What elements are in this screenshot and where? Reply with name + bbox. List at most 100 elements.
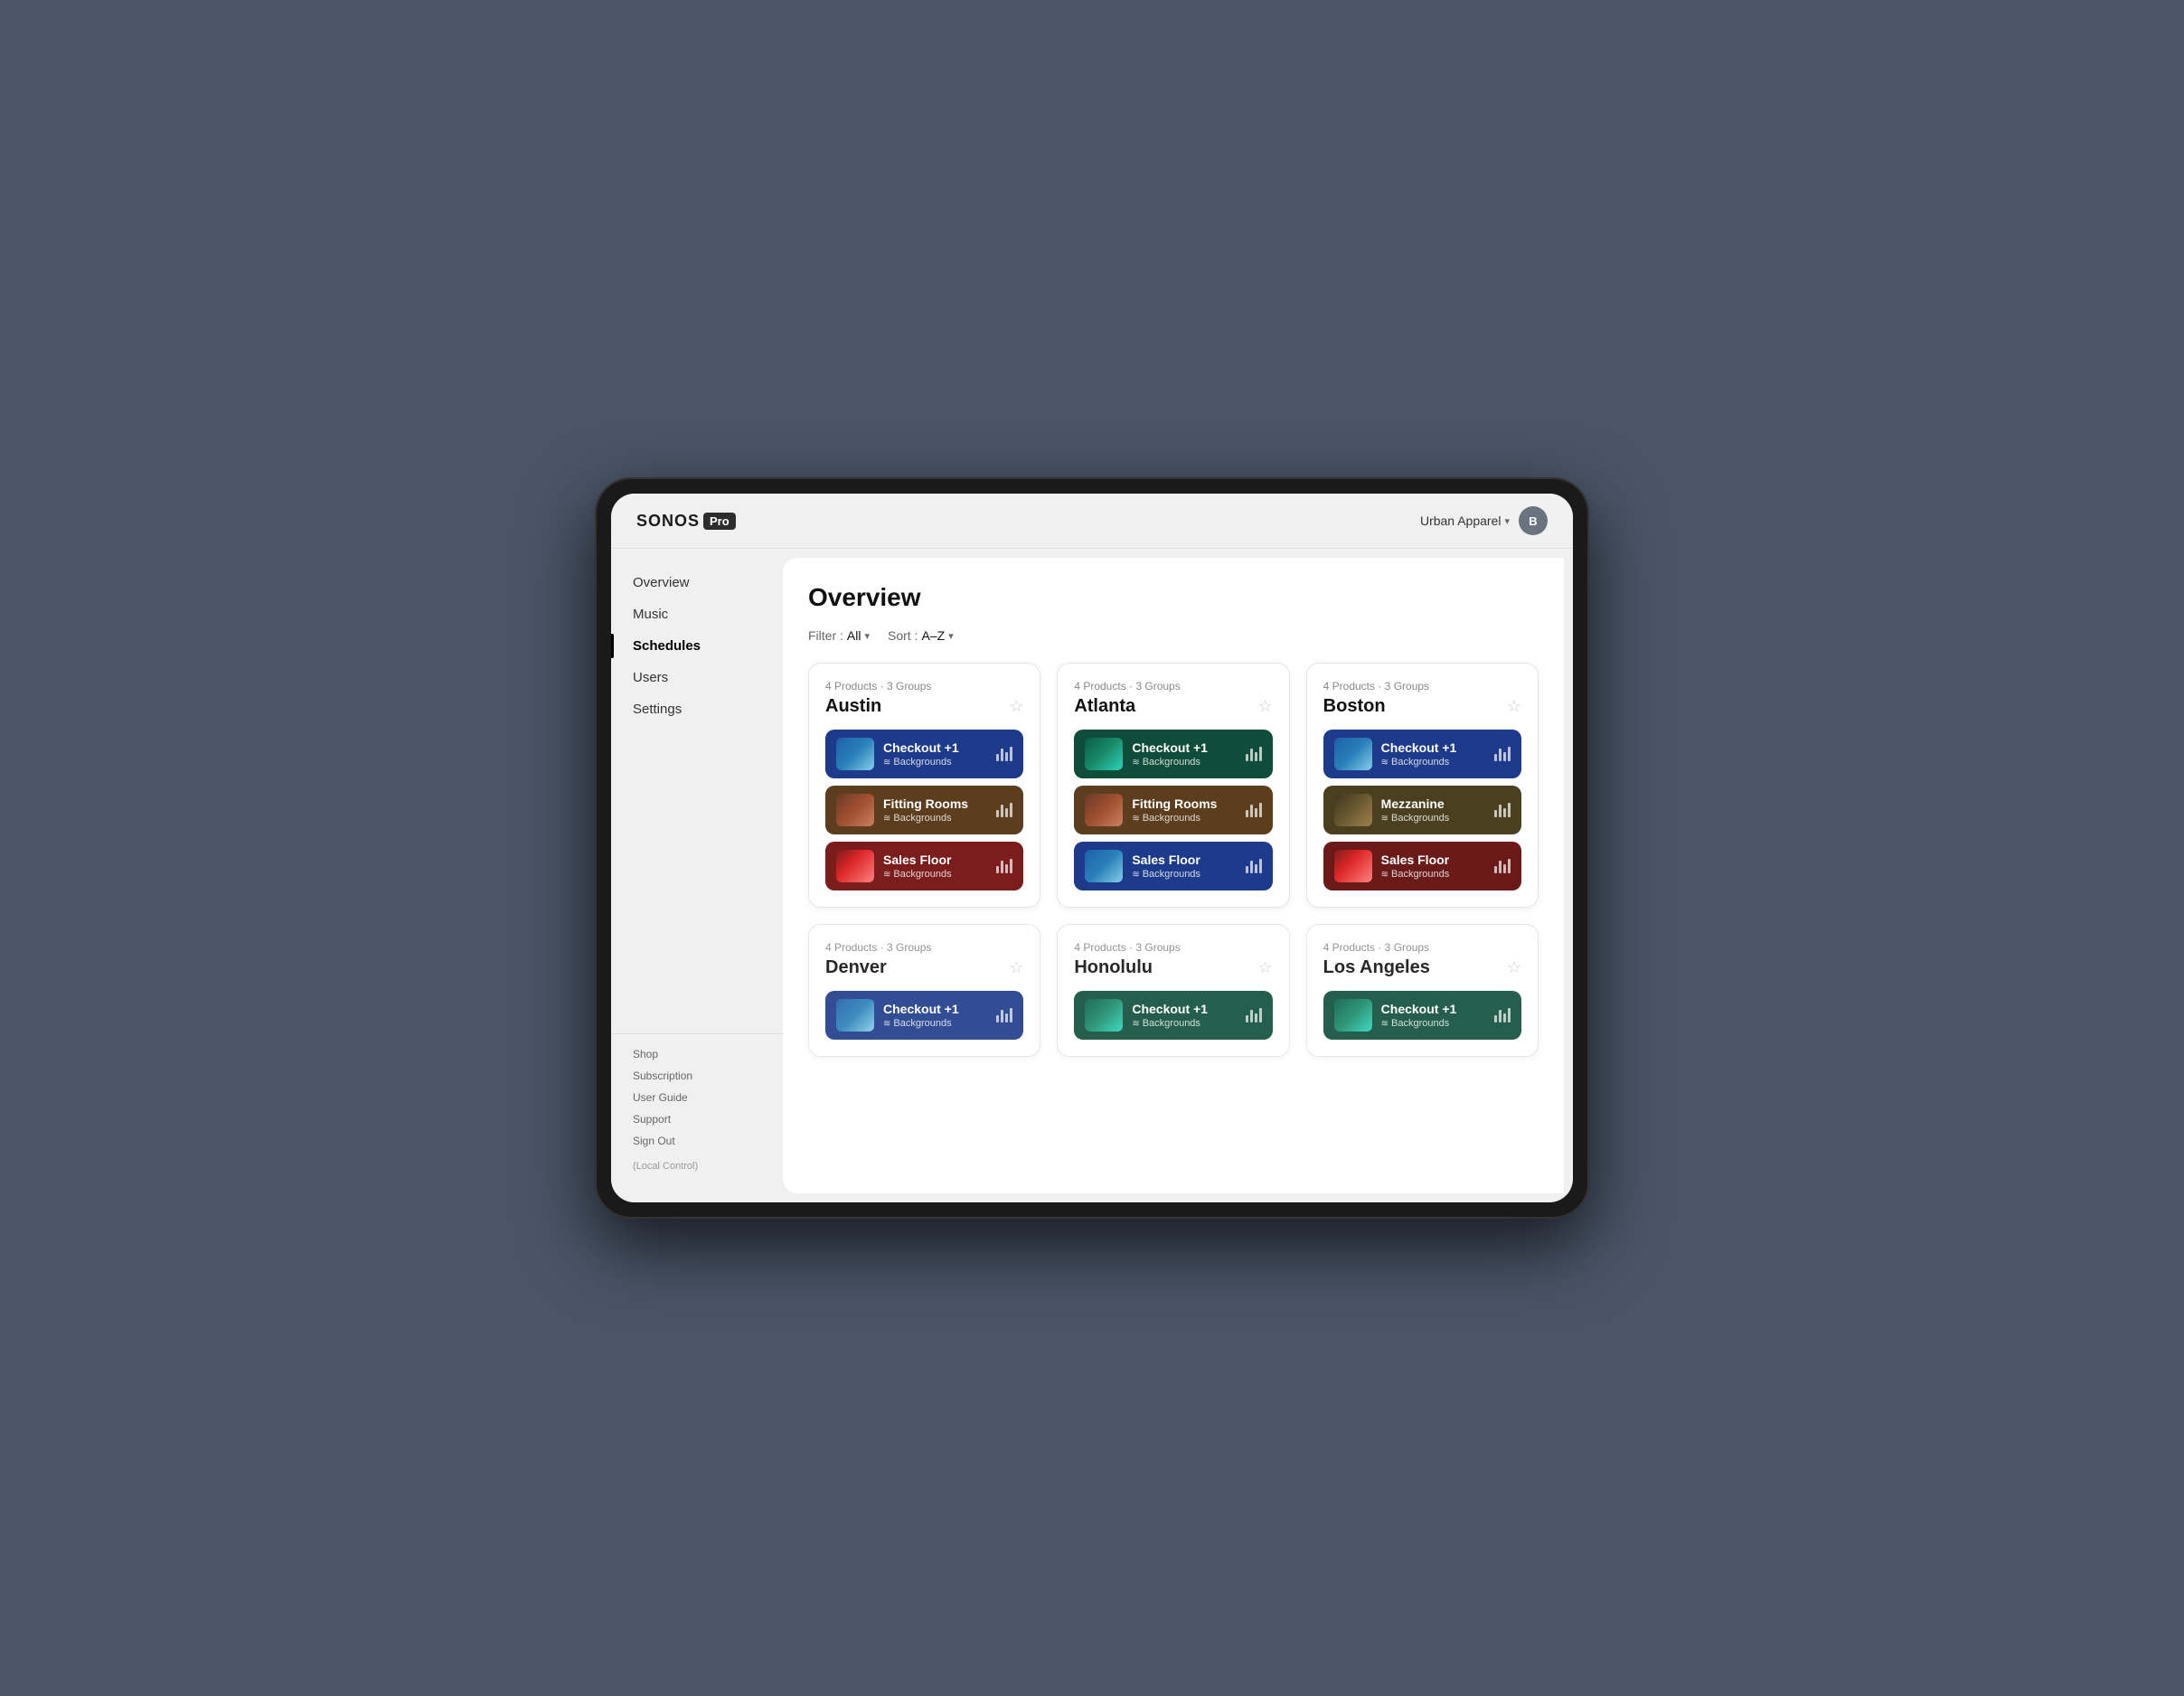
sidebar-item-overview[interactable]: Overview [611,567,783,598]
zone-thumbnail [836,738,874,770]
favorite-icon[interactable]: ☆ [1258,958,1273,977]
zone-item[interactable]: Sales Floor ≋ Backgrounds [1074,842,1272,890]
zone-sub: ≋ Backgrounds [1132,757,1236,768]
waveform-icon: ≋ [883,1019,890,1029]
card-meta: 4 Products · 3 Groups [1323,941,1521,954]
logo: SONOS Pro [636,512,736,531]
tablet-screen: SONOS Pro Urban Apparel ▾ B Overview Mus… [611,494,1573,1202]
equalizer-icon [1494,803,1511,817]
card-title: Los Angeles [1323,957,1430,978]
card-header: Los Angeles ☆ [1323,957,1521,978]
header-right: Urban Apparel ▾ B [1420,506,1548,535]
favorite-icon[interactable]: ☆ [1258,697,1273,716]
logo-sonos: SONOS [636,512,700,531]
zone-name: Fitting Rooms [1132,796,1236,812]
zone-item[interactable]: Checkout +1 ≋ Backgrounds [1074,991,1272,1040]
card-title: Boston [1323,696,1386,717]
filter-control[interactable]: Filter : All ▾ [808,628,870,643]
waveform-icon: ≋ [1132,1019,1139,1029]
zone-item[interactable]: Checkout +1 ≋ Backgrounds [825,991,1023,1040]
zone-sub: ≋ Backgrounds [1381,1018,1485,1029]
equalizer-icon [1494,859,1511,873]
zone-name: Sales Floor [1381,853,1485,868]
favorite-icon[interactable]: ☆ [1507,958,1521,977]
location-card-honolulu[interactable]: 4 Products · 3 Groups Honolulu ☆ Checkou… [1057,924,1289,1057]
location-card-atlanta[interactable]: 4 Products · 3 Groups Atlanta ☆ Checkout… [1057,663,1289,908]
zone-sub: ≋ Backgrounds [1381,813,1485,824]
zone-thumbnail [1085,738,1123,770]
zone-info: Checkout +1 ≋ Backgrounds [1132,740,1236,768]
location-card-los-angeles[interactable]: 4 Products · 3 Groups Los Angeles ☆ Chec… [1306,924,1539,1057]
zone-info: Mezzanine ≋ Backgrounds [1381,796,1485,824]
equalizer-icon [996,803,1012,817]
zone-info: Checkout +1 ≋ Backgrounds [1381,740,1485,768]
location-card-boston[interactable]: 4 Products · 3 Groups Boston ☆ Checkout … [1306,663,1539,908]
sidebar-item-shop[interactable]: Shop [611,1043,783,1065]
zone-item[interactable]: Checkout +1 ≋ Backgrounds [1323,991,1521,1040]
zone-item[interactable]: Sales Floor ≋ Backgrounds [825,842,1023,890]
zone-sub: ≋ Backgrounds [883,1018,987,1029]
waveform-icon: ≋ [1381,1019,1389,1029]
location-card-austin[interactable]: 4 Products · 3 Groups Austin ☆ Checkout … [808,663,1040,908]
waveform-icon: ≋ [883,814,890,824]
card-title: Austin [825,696,881,717]
equalizer-icon [1246,859,1262,873]
zone-info: Fitting Rooms ≋ Backgrounds [1132,796,1236,824]
location-card-denver[interactable]: 4 Products · 3 Groups Denver ☆ Checkout … [808,924,1040,1057]
zone-sub: ≋ Backgrounds [1381,757,1485,768]
zone-item[interactable]: Fitting Rooms ≋ Backgrounds [825,786,1023,834]
equalizer-icon [1246,1008,1262,1022]
sort-control[interactable]: Sort : A–Z ▾ [888,628,954,643]
zone-item[interactable]: Checkout +1 ≋ Backgrounds [1323,730,1521,778]
waveform-icon: ≋ [1132,870,1139,880]
zone-sub: ≋ Backgrounds [883,757,987,768]
zone-thumbnail [1334,794,1372,826]
sidebar-item-support[interactable]: Support [611,1108,783,1130]
card-header: Boston ☆ [1323,696,1521,717]
avatar[interactable]: B [1519,506,1548,535]
waveform-icon: ≋ [883,870,890,880]
equalizer-icon [1494,747,1511,761]
sidebar-item-schedules[interactable]: Schedules [611,630,783,662]
zone-item[interactable]: Checkout +1 ≋ Backgrounds [825,730,1023,778]
zone-name: Checkout +1 [1381,1002,1485,1017]
zone-item[interactable]: Checkout +1 ≋ Backgrounds [1074,730,1272,778]
card-meta: 4 Products · 3 Groups [825,680,1023,693]
card-title: Honolulu [1074,957,1153,978]
zone-item[interactable]: Mezzanine ≋ Backgrounds [1323,786,1521,834]
card-meta: 4 Products · 3 Groups [1074,941,1272,954]
zone-thumbnail [1334,850,1372,882]
sidebar-item-users[interactable]: Users [611,662,783,693]
sidebar-item-sign-out[interactable]: Sign Out [611,1130,783,1152]
zone-sub: ≋ Backgrounds [1132,813,1236,824]
app-body: Overview Music Schedules Users Settings … [611,549,1573,1202]
zone-name: Sales Floor [883,853,987,868]
org-selector[interactable]: Urban Apparel ▾ [1420,514,1510,528]
zone-list: Checkout +1 ≋ Backgrounds Mezzanine ≋ Ba… [1323,730,1521,890]
tablet-frame: SONOS Pro Urban Apparel ▾ B Overview Mus… [595,477,1589,1219]
zone-info: Checkout +1 ≋ Backgrounds [1381,1002,1485,1030]
sidebar-item-settings[interactable]: Settings [611,693,783,725]
zone-sub: ≋ Backgrounds [1381,869,1485,880]
waveform-icon: ≋ [1381,814,1389,824]
zone-info: Sales Floor ≋ Backgrounds [1381,853,1485,881]
filter-label: Filter : [808,628,843,643]
zone-item[interactable]: Sales Floor ≋ Backgrounds [1323,842,1521,890]
sidebar-item-music[interactable]: Music [611,598,783,630]
sidebar-nav: Overview Music Schedules Users Settings [611,567,783,1024]
zone-info: Sales Floor ≋ Backgrounds [883,853,987,881]
zone-thumbnail [836,794,874,826]
sidebar-item-user-guide[interactable]: User Guide [611,1087,783,1108]
favorite-icon[interactable]: ☆ [1009,958,1023,977]
equalizer-icon [1246,803,1262,817]
favorite-icon[interactable]: ☆ [1507,697,1521,716]
favorite-icon[interactable]: ☆ [1009,697,1023,716]
zone-item[interactable]: Fitting Rooms ≋ Backgrounds [1074,786,1272,834]
equalizer-icon [996,859,1012,873]
zone-sub: ≋ Backgrounds [1132,869,1236,880]
zone-list: Checkout +1 ≋ Backgrounds [825,991,1023,1040]
filter-chevron-icon: ▾ [864,630,870,642]
sidebar-item-subscription[interactable]: Subscription [611,1065,783,1087]
local-control-label: (Local Control) [611,1152,783,1175]
page-title: Overview [808,583,1539,612]
